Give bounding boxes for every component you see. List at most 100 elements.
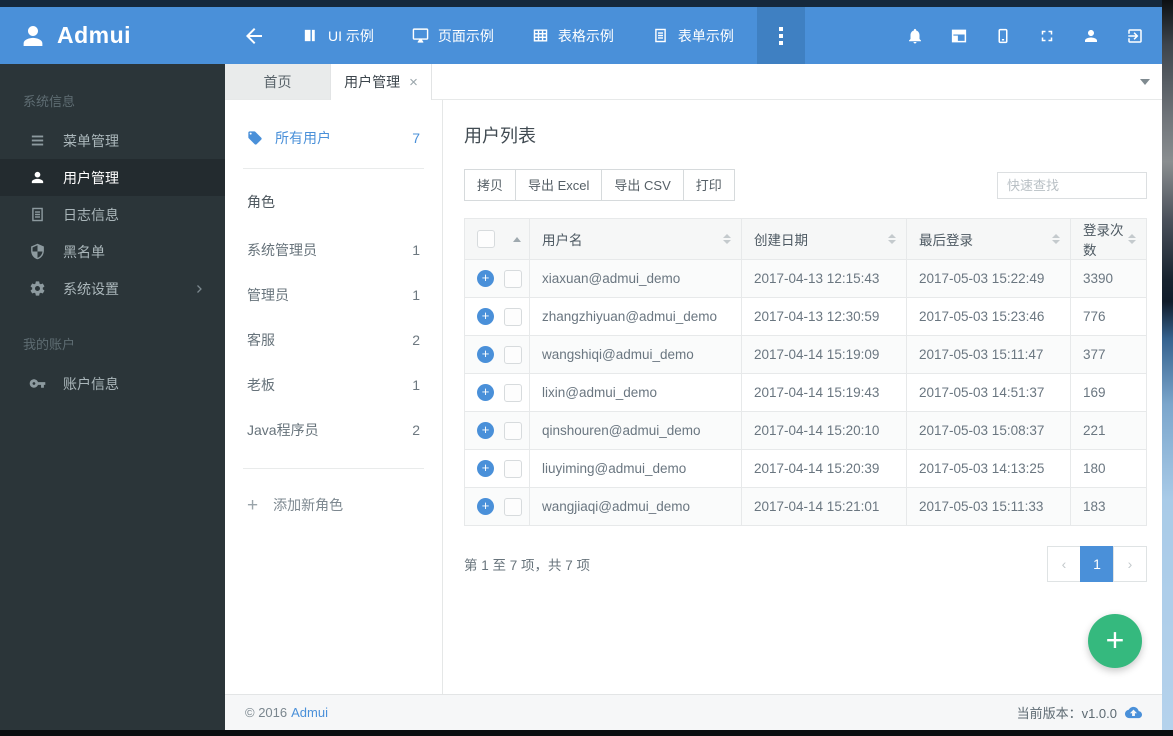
add-role-button[interactable]: + 添加新角色 xyxy=(247,483,420,527)
column-header-last-login[interactable]: 最后登录 xyxy=(906,218,1071,260)
page-title: 用户列表 xyxy=(464,126,536,146)
role-count: 1 xyxy=(412,241,420,258)
row-checkbox[interactable] xyxy=(504,345,522,364)
cell-username: wangjiaqi@admui_demo xyxy=(529,487,742,526)
expand-row-button[interactable]: + xyxy=(477,498,494,515)
cell-created: 2017-04-13 12:30:59 xyxy=(741,297,907,336)
notifications-button[interactable] xyxy=(893,27,937,45)
table-row: + liuyiming@admui_demo 2017-04-14 15:20:… xyxy=(464,449,1147,488)
gear-icon xyxy=(29,280,46,297)
tabs-dropdown-caret-icon[interactable] xyxy=(1140,78,1150,85)
row-checkbox[interactable] xyxy=(504,421,522,440)
expand-row-button[interactable]: + xyxy=(477,422,494,439)
navbar-right xyxy=(893,7,1173,64)
row-checkbox[interactable] xyxy=(504,307,522,326)
column-header-created[interactable]: 创建日期 xyxy=(741,218,907,260)
role-item[interactable]: 系统管理员 1 xyxy=(247,227,420,272)
cloud-upload-icon[interactable] xyxy=(1125,705,1142,720)
logout-icon xyxy=(1126,27,1144,45)
select-all-header[interactable] xyxy=(464,218,530,260)
export-csv-button[interactable]: 导出 CSV xyxy=(601,169,684,201)
nav-item-form-samples[interactable]: 表单示例 xyxy=(633,7,753,64)
brand-name: Admui xyxy=(57,22,132,48)
more-menu-button[interactable] xyxy=(756,7,805,64)
export-excel-button[interactable]: 导出 Excel xyxy=(515,169,603,201)
tab-home[interactable]: 首页 xyxy=(225,64,330,99)
navbar: Admui UI 示例 页面示例 表格示例 表单示例 xyxy=(0,7,1173,64)
expand-row-button[interactable]: + xyxy=(477,460,494,477)
cell-username: lixin@admui_demo xyxy=(529,373,742,412)
plus-icon: + xyxy=(247,494,259,516)
roles-title: 角色 xyxy=(247,194,275,210)
sidebar-item-menu-management[interactable]: 菜单管理 xyxy=(0,122,225,159)
column-header-username[interactable]: 用户名 xyxy=(529,218,742,260)
cell-login-count: 169 xyxy=(1070,373,1147,412)
add-user-fab[interactable]: + xyxy=(1088,614,1142,668)
back-button[interactable] xyxy=(225,7,283,64)
expand-row-button[interactable]: + xyxy=(477,308,494,325)
sidebar-item-label: 用户管理 xyxy=(63,169,119,186)
shield-icon xyxy=(29,243,46,260)
all-users-filter[interactable]: 所有用户 7 xyxy=(247,124,420,152)
column-header-login-count[interactable]: 登录次数 xyxy=(1070,218,1147,260)
expand-row-button[interactable]: + xyxy=(477,270,494,287)
cell-created: 2017-04-13 12:15:43 xyxy=(741,259,907,298)
search-input[interactable] xyxy=(997,171,1147,199)
brand-user-icon xyxy=(18,21,48,51)
expand-row-button[interactable]: + xyxy=(477,384,494,401)
page-1-button[interactable]: 1 xyxy=(1080,546,1114,582)
brand[interactable]: Admui xyxy=(0,7,225,64)
role-item[interactable]: 老板 1 xyxy=(247,362,420,407)
nav-item-ui-samples[interactable]: UI 示例 xyxy=(283,7,393,64)
sidebar-item-system-settings[interactable]: 系统设置 xyxy=(0,270,225,307)
tab-user-management[interactable]: 用户管理 × xyxy=(330,64,432,100)
roles-list: 系统管理员 1 管理员 1 客服 2 老板 1 Java程序员 2 xyxy=(247,227,420,452)
cell-last-login: 2017-05-03 15:11:33 xyxy=(906,487,1071,526)
cell-login-count: 180 xyxy=(1070,449,1147,488)
print-button[interactable]: 打印 xyxy=(682,169,735,201)
row-checkbox[interactable] xyxy=(504,269,522,288)
sidebar-item-log-info[interactable]: 日志信息 xyxy=(0,196,225,233)
user-filter-panel: 所有用户 7 角色 系统管理员 1 管理员 1 客服 2 老板 1 Java程序… xyxy=(225,100,443,694)
app-footer: © 2016 Admui 当前版本：v1.0.0 xyxy=(225,694,1162,730)
users-table: 用户名 创建日期 最后登录 登录次数 + xiaxuan@admui_demo … xyxy=(464,218,1147,526)
layout-toggle-button[interactable] xyxy=(937,27,981,45)
role-name: 系统管理员 xyxy=(247,241,317,258)
footer-brand-link[interactable]: Admui xyxy=(291,705,328,720)
table-toolbar: 拷贝 导出 Excel 导出 CSV 打印 xyxy=(464,169,1147,201)
next-page-button[interactable]: › xyxy=(1113,546,1147,582)
nav-item-table-samples[interactable]: 表格示例 xyxy=(513,7,633,64)
sidebar-item-label: 系统设置 xyxy=(63,280,119,297)
tag-icon xyxy=(247,130,263,146)
main-panel: 用户列表 拷贝 导出 Excel 导出 CSV 打印 用户名 xyxy=(443,100,1162,694)
nav-item-page-samples[interactable]: 页面示例 xyxy=(393,7,513,64)
role-item[interactable]: Java程序员 2 xyxy=(247,407,420,452)
copy-button[interactable]: 拷贝 xyxy=(464,169,517,201)
sidebar-item-user-management[interactable]: 用户管理 xyxy=(0,159,225,196)
table-row: + xiaxuan@admui_demo 2017-04-13 12:15:43… xyxy=(464,259,1147,298)
arrow-left-icon xyxy=(242,24,266,48)
role-item[interactable]: 管理员 1 xyxy=(247,272,420,317)
row-checkbox[interactable] xyxy=(504,459,522,478)
expand-row-button[interactable]: + xyxy=(477,346,494,363)
logout-button[interactable] xyxy=(1113,27,1157,45)
row-checkbox[interactable] xyxy=(504,383,522,402)
cell-username: wangshiqi@admui_demo xyxy=(529,335,742,374)
role-item[interactable]: 客服 2 xyxy=(247,317,420,362)
prev-page-button[interactable]: ‹ xyxy=(1047,546,1081,582)
account-button[interactable] xyxy=(1069,27,1113,45)
mobile-view-button[interactable] xyxy=(981,27,1025,45)
chevron-right-icon xyxy=(193,283,205,295)
row-checkbox[interactable] xyxy=(504,497,522,516)
cell-created: 2017-04-14 15:20:10 xyxy=(741,411,907,450)
select-all-checkbox[interactable] xyxy=(477,230,495,248)
nav-item-label: 表单示例 xyxy=(677,27,734,44)
sidebar-item-label: 黑名单 xyxy=(63,243,105,260)
sidebar-item-blacklist[interactable]: 黑名单 xyxy=(0,233,225,270)
sidebar-item-account-info[interactable]: 账户信息 xyxy=(0,365,225,402)
close-icon[interactable]: × xyxy=(409,75,418,90)
table-grid-icon xyxy=(532,27,549,44)
tab-label: 用户管理 xyxy=(344,74,401,90)
fullscreen-button[interactable] xyxy=(1025,27,1069,45)
tabbar: 首页 用户管理 × xyxy=(225,64,1162,100)
